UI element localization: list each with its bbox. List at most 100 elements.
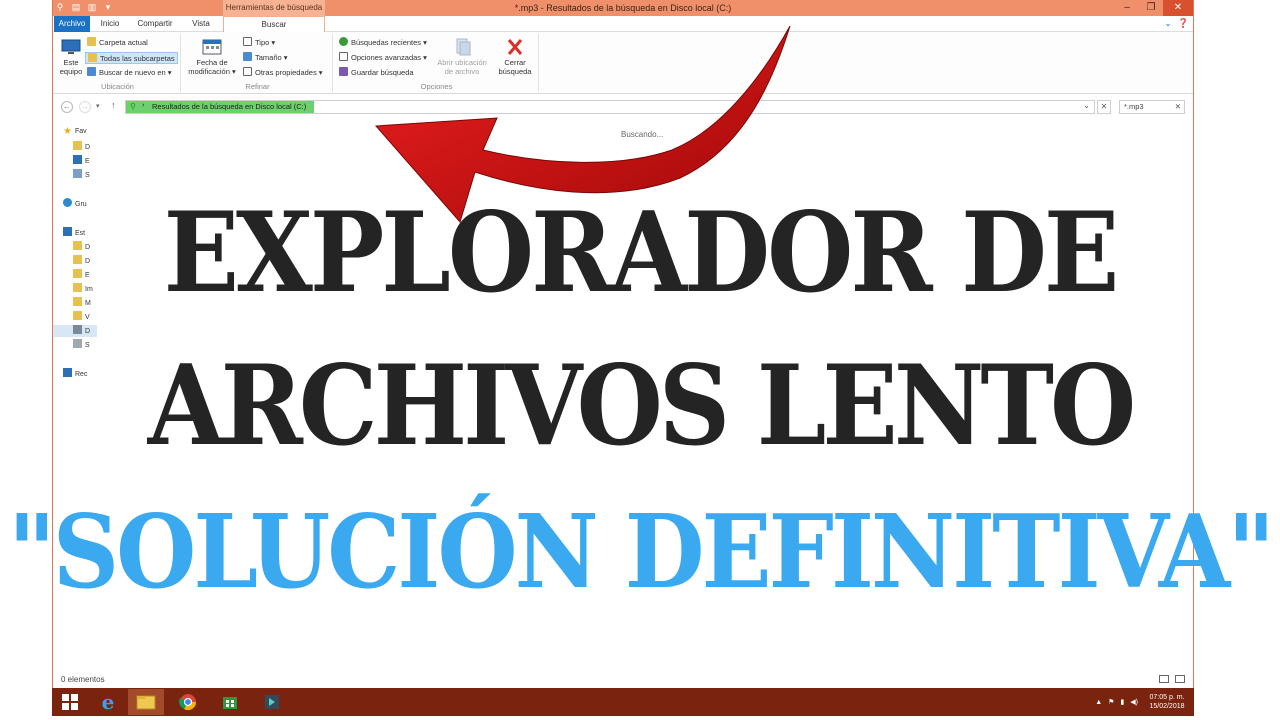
address-row: ← → ▾ ↑ ⚲ › Resultados de la búsqueda en… xyxy=(53,96,1193,118)
nav-item-red[interactable]: Rec xyxy=(63,368,87,380)
advanced-options-icon xyxy=(339,52,348,61)
stop-search-button[interactable]: ✕ xyxy=(1097,100,1111,114)
tab-compartir[interactable]: Compartir xyxy=(129,16,181,32)
maximize-button[interactable]: ❐ xyxy=(1139,0,1163,16)
otras-propiedades-button[interactable]: Otras propiedades ▾ xyxy=(243,67,323,79)
properties-icon xyxy=(243,67,252,76)
group-opciones: Búsquedas recientes ▾ Opciones avanzadas… xyxy=(335,34,539,92)
opciones-avanzadas-button[interactable]: Opciones avanzadas ▾ xyxy=(339,52,427,64)
close-button[interactable]: ✕ xyxy=(1163,0,1193,16)
nav-item-label: M xyxy=(85,300,91,307)
chevron-down-icon[interactable]: ⌄ xyxy=(1083,101,1090,110)
nav-item-label: Rec xyxy=(75,371,88,378)
chevron-up-icon[interactable]: ▲ xyxy=(1095,699,1102,706)
view-switcher xyxy=(1159,675,1185,683)
nav-item-escritorio[interactable]: E xyxy=(73,155,90,167)
folder-icon xyxy=(88,53,97,62)
nav-item-favoritos[interactable]: ★ Fav xyxy=(63,126,87,138)
taskbar-file-explorer[interactable] xyxy=(128,689,164,715)
tab-inicio[interactable]: Inicio xyxy=(93,16,127,32)
nav-item-documentos[interactable]: D xyxy=(73,255,90,267)
tamano-label: Tamaño ▾ xyxy=(255,53,288,62)
nav-item-label: V xyxy=(85,314,90,321)
clock[interactable]: 07:05 p. m. 15/02/2018 xyxy=(1144,693,1190,711)
clock-time: 07:05 p. m. xyxy=(1149,694,1185,701)
search-input[interactable]: *.mp3 ✕ xyxy=(1119,100,1185,114)
network-icon[interactable]: ▮ xyxy=(1120,698,1124,706)
up-button[interactable]: ↑ xyxy=(111,100,116,110)
star-icon: ★ xyxy=(63,126,72,137)
nav-item-imagenes[interactable]: Im xyxy=(73,283,93,295)
tipo-button[interactable]: Tipo ▾ xyxy=(243,37,275,49)
nav-item-escritorio-2[interactable]: E xyxy=(73,269,90,281)
recent-searches-icon xyxy=(339,37,348,46)
tab-archivo[interactable]: Archivo xyxy=(54,16,90,32)
minimize-button[interactable]: – xyxy=(1115,0,1139,16)
todas-subcarpetas-label: Todas las subcarpetas xyxy=(100,54,175,63)
este-equipo-button[interactable]: Este equipo xyxy=(57,38,85,76)
nav-item-label: D xyxy=(85,258,91,265)
navigation-pane: ★ Fav D E S Gru Est D D E Im M V D S Rec xyxy=(53,122,101,672)
clear-search-icon[interactable]: ✕ xyxy=(1175,101,1181,113)
recent-locations-button[interactable]: ▾ xyxy=(96,102,100,110)
taskbar-app[interactable] xyxy=(254,689,290,715)
details-view-icon[interactable] xyxy=(1159,675,1169,683)
folder-icon xyxy=(73,269,82,278)
chevron-down-icon[interactable]: ⌄ xyxy=(1164,18,1172,29)
taskbar-chrome[interactable] xyxy=(170,689,206,715)
title-bar[interactable]: ⚲ ▤ ▥ ▾ Herramientas de búsqueda *.mp3 -… xyxy=(53,0,1193,16)
computer-icon xyxy=(61,39,81,54)
abrir-ubicacion-button[interactable]: Abrir ubicación de archivo xyxy=(433,38,491,76)
tab-buscar[interactable]: Buscar xyxy=(223,16,325,33)
nav-item-label: Fav xyxy=(75,128,87,135)
group-refinar: Fecha de modificación ▾ Tipo ▾ Tamaño ▾ … xyxy=(183,34,333,92)
nav-item-disco-local[interactable]: D xyxy=(53,325,97,337)
guardar-busqueda-button[interactable]: Guardar búsqueda xyxy=(339,67,414,79)
nav-item-sitios[interactable]: S xyxy=(73,169,90,181)
folder-icon xyxy=(73,141,82,150)
taskbar: e ▲ ⚑ ▮ ◀) 07:05 p. m. 15/02/2018 xyxy=(52,688,1194,716)
save-icon xyxy=(339,67,348,76)
help-icon[interactable]: ❓ xyxy=(1178,18,1189,29)
back-button[interactable]: ← xyxy=(61,101,73,113)
nav-item-grupo-hogar[interactable]: Gru xyxy=(63,198,87,210)
todas-subcarpetas-button[interactable]: Todas las subcarpetas xyxy=(85,52,178,64)
volume-icon[interactable]: ◀) xyxy=(1130,698,1138,706)
flag-icon[interactable]: ⚑ xyxy=(1108,698,1114,706)
nav-item-videos[interactable]: V xyxy=(73,311,90,323)
abrir-label-2: de archivo xyxy=(444,67,480,76)
size-icon xyxy=(243,52,252,61)
carpeta-actual-label: Carpeta actual xyxy=(99,38,148,47)
forward-button[interactable]: → xyxy=(79,101,91,113)
nav-item-descargas-2[interactable]: D xyxy=(73,241,90,253)
breadcrumb-chevron-icon: › xyxy=(142,102,145,109)
search-icon xyxy=(87,67,96,76)
busquedas-recientes-button[interactable]: Búsquedas recientes ▾ xyxy=(339,37,427,49)
large-icons-view-icon[interactable] xyxy=(1175,675,1185,683)
nav-item-este-equipo[interactable]: Est xyxy=(63,227,85,239)
nav-item-musica[interactable]: M xyxy=(73,297,91,309)
nav-item-label: S xyxy=(85,172,90,179)
fecha-modificacion-button[interactable]: Fecha de modificación ▾ xyxy=(185,38,239,76)
searching-status: Buscando... xyxy=(621,130,664,139)
cerrar-busqueda-button[interactable]: Cerrar búsqueda xyxy=(495,38,535,76)
calendar-icon xyxy=(202,39,222,55)
abrir-label-1: Abrir ubicación xyxy=(437,58,487,67)
nav-item-unidad[interactable]: S xyxy=(73,339,90,351)
tamano-button[interactable]: Tamaño ▾ xyxy=(243,52,288,64)
start-button[interactable] xyxy=(52,689,88,715)
nav-item-descargas[interactable]: D xyxy=(73,141,90,153)
nav-item-label: S xyxy=(85,342,90,349)
nav-item-label: D xyxy=(85,328,91,335)
este-equipo-label-2: equipo xyxy=(59,67,83,76)
help-area: ⌄ ❓ xyxy=(1164,18,1189,29)
taskbar-store[interactable] xyxy=(212,689,248,715)
folder-icon xyxy=(73,297,82,306)
search-icon: ⚲ xyxy=(130,102,136,111)
carpeta-actual-button[interactable]: Carpeta actual xyxy=(87,37,148,49)
taskbar-internet-explorer[interactable]: e xyxy=(90,689,126,715)
buscar-de-nuevo-button[interactable]: Buscar de nuevo en ▾ xyxy=(87,67,172,79)
tab-vista[interactable]: Vista xyxy=(183,16,219,32)
address-bar[interactable]: ⚲ › Resultados de la búsqueda en Disco l… xyxy=(125,100,1095,114)
otras-propiedades-label: Otras propiedades ▾ xyxy=(255,68,323,77)
